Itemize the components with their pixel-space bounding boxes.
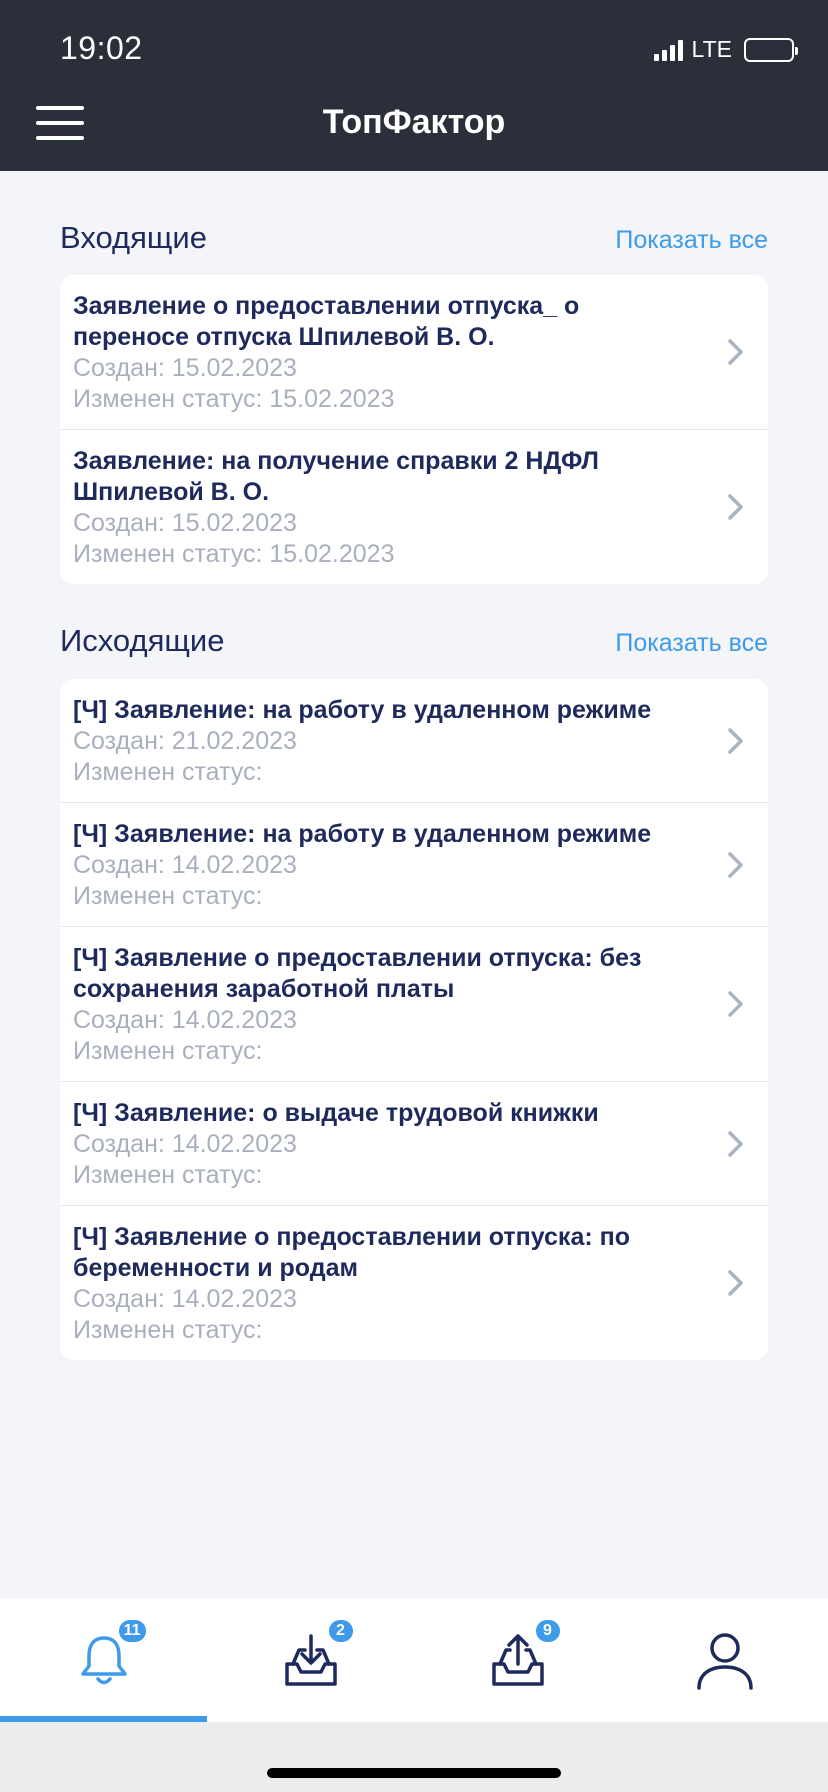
status-time: 19:02 [60, 30, 143, 66]
item-title: [Ч] Заявление: на работу в удаленном реж… [73, 820, 652, 848]
chevron-right-icon [728, 339, 743, 365]
item-title: Заявление о предоставлении отпуска_ о [73, 292, 580, 320]
item-title: беременности и родам [73, 1254, 358, 1282]
user-profile-icon [695, 1630, 755, 1690]
item-status-date: Изменен статус: [73, 758, 263, 786]
item-status-date: Изменен статус: 15.02.2023 [73, 540, 395, 568]
item-status-date: Изменен статус: [73, 1037, 263, 1065]
outgoing-section-title: Исходящие [60, 623, 225, 658]
item-created-date: Создан: 15.02.2023 [73, 354, 297, 382]
list-item[interactable]: [Ч] Заявление: на работу в удаленном реж… [60, 803, 768, 927]
outgoing-list: [Ч] Заявление: на работу в удаленном реж… [60, 679, 768, 1360]
outbox-upload-icon: 9 [488, 1620, 560, 1690]
item-title: Шпилевой В. О. [73, 478, 270, 506]
outgoing-section-header: Исходящие Показать все [60, 623, 768, 659]
incoming-section-header: Входящие Показать все [60, 220, 768, 256]
item-created-date: Создан: 21.02.2023 [73, 727, 297, 755]
incoming-badge: 2 [328, 1620, 353, 1642]
item-title: переносе отпуска Шпилевой В. О. [73, 323, 495, 351]
battery-icon [744, 37, 798, 62]
incoming-list: Заявление о предоставлении отпуска_ о пер… [60, 275, 768, 584]
list-item[interactable]: [Ч] Заявление о предоставлении отпуска: … [60, 927, 768, 1082]
item-title: [Ч] Заявление: о выдаче трудовой книжки [73, 1099, 599, 1127]
chevron-right-icon [728, 1270, 743, 1296]
item-created-date: Создан: 14.02.2023 [73, 1285, 297, 1313]
bottom-tab-bar: 11 2 9 [0, 1598, 828, 1722]
home-indicator[interactable] [267, 1768, 561, 1778]
status-indicators: LTE [653, 36, 798, 63]
list-item[interactable]: Заявление о предоставлении отпуска_ о пер… [60, 275, 768, 430]
item-created-date: Создан: 15.02.2023 [73, 509, 297, 537]
notifications-badge: 11 [118, 1620, 146, 1642]
item-title: сохранения заработной платы [73, 975, 455, 1003]
item-title: [Ч] Заявление о предоставлении отпуска: … [73, 1223, 630, 1251]
outgoing-show-all-link[interactable]: Показать все [615, 629, 768, 658]
inbox-download-icon: 2 [281, 1620, 353, 1690]
item-title: [Ч] Заявление: на работу в удаленном реж… [73, 696, 652, 724]
item-title: [Ч] Заявление о предоставлении отпуска: … [73, 944, 642, 972]
chevron-right-icon [728, 851, 743, 878]
incoming-show-all-link[interactable]: Показать все [615, 226, 768, 255]
tab-profile[interactable] [621, 1598, 828, 1722]
tab-outgoing[interactable]: 9 [414, 1598, 621, 1722]
outgoing-badge: 9 [535, 1620, 560, 1642]
chevron-right-icon [728, 727, 743, 754]
home-area [0, 1722, 828, 1792]
app-title: ТопФактор [322, 103, 506, 141]
network-label: LTE [691, 36, 732, 62]
list-item[interactable]: [Ч] Заявление о предоставлении отпуска: … [60, 1206, 768, 1360]
signal-icon [653, 39, 684, 61]
chevron-right-icon [728, 1130, 743, 1157]
item-status-date: Изменен статус: 15.02.2023 [73, 385, 395, 413]
list-item[interactable]: [Ч] Заявление: о выдаче трудовой книжки С… [60, 1082, 768, 1206]
top-bar: 19:02 LTE ТопФактор [0, 0, 828, 171]
tab-notifications[interactable]: 11 [0, 1598, 207, 1722]
bell-icon: 11 [74, 1620, 146, 1690]
item-status-date: Изменен статус: [73, 882, 263, 910]
item-created-date: Создан: 14.02.2023 [73, 851, 297, 879]
item-title: Заявление: на получение справки 2 НДФЛ [73, 447, 599, 475]
item-status-date: Изменен статус: [73, 1161, 263, 1189]
tab-incoming[interactable]: 2 [207, 1598, 414, 1722]
item-status-date: Изменен статус: [73, 1316, 263, 1344]
chevron-right-icon [728, 494, 743, 520]
incoming-section-title: Входящие [60, 220, 207, 255]
chevron-right-icon [728, 991, 743, 1017]
list-item[interactable]: Заявление: на получение справки 2 НДФЛ Шп… [60, 430, 768, 584]
item-created-date: Создан: 14.02.2023 [73, 1006, 297, 1034]
item-created-date: Создан: 14.02.2023 [73, 1130, 297, 1158]
list-item[interactable]: [Ч] Заявление: на работу в удаленном реж… [60, 679, 768, 803]
